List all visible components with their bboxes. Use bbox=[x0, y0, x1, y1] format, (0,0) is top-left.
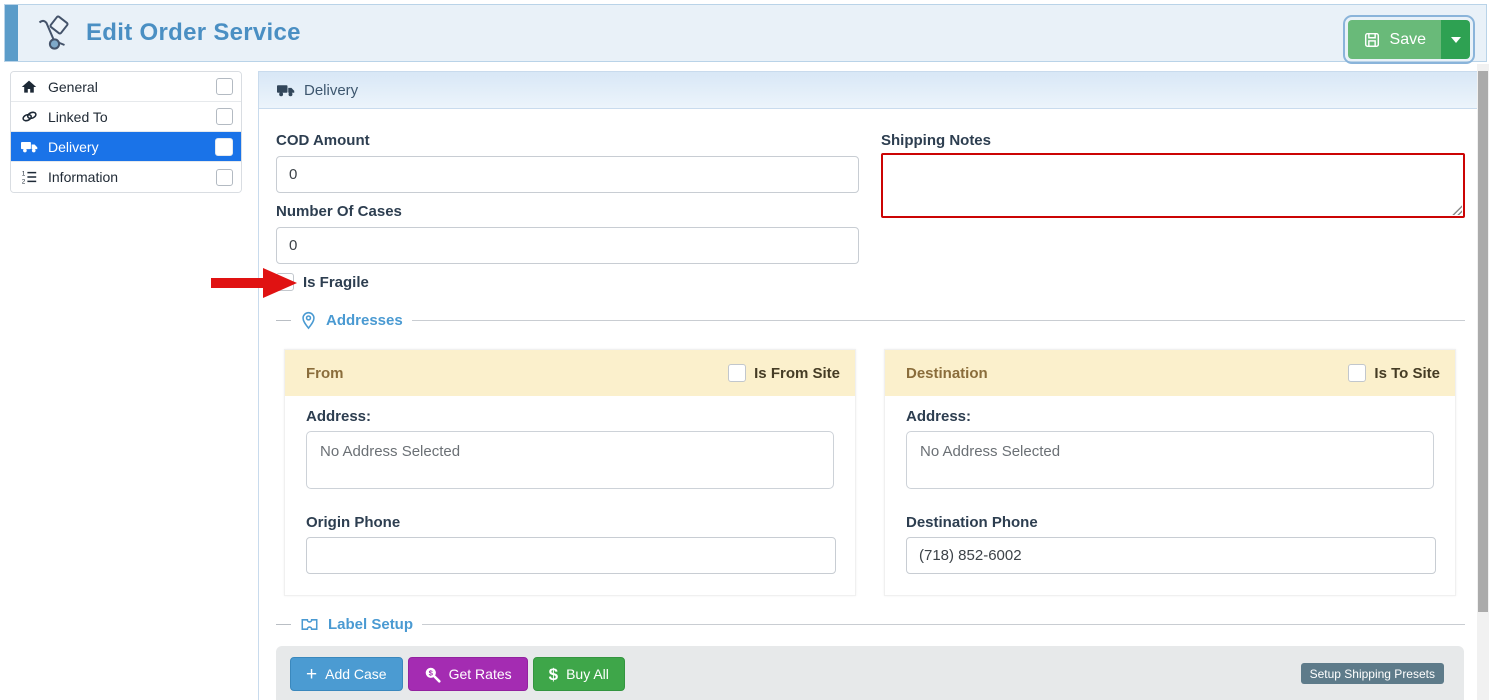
svg-text:2: 2 bbox=[22, 178, 26, 185]
floppy-save-icon bbox=[1363, 31, 1381, 49]
get-rates-button[interactable]: $ Get Rates bbox=[407, 657, 528, 691]
dollar-icon: $ bbox=[548, 664, 559, 684]
is-to-site-checkbox[interactable] bbox=[1348, 364, 1367, 382]
label-setup-toolbar: + Add Case $ Get Rates $ Buy All Setup S… bbox=[276, 646, 1464, 700]
map-pin-icon bbox=[300, 311, 317, 330]
is-to-site-label: Is To Site bbox=[1374, 364, 1440, 382]
buy-all-button-label: Buy All bbox=[566, 666, 609, 682]
from-address-label: Address: bbox=[306, 408, 372, 425]
save-button-label: Save bbox=[1389, 30, 1426, 48]
destination-address-selector[interactable]: No Address Selected bbox=[906, 431, 1434, 489]
save-button[interactable]: Save bbox=[1347, 20, 1441, 59]
vertical-scrollbar-thumb[interactable] bbox=[1478, 71, 1488, 612]
sidebar-item-delivery[interactable]: Delivery bbox=[11, 132, 241, 162]
destination-address-card: Destination Is To Site Address: No Addre… bbox=[884, 349, 1456, 596]
from-address-selector[interactable]: No Address Selected bbox=[306, 431, 834, 489]
get-rates-button-label: Get Rates bbox=[448, 666, 512, 682]
is-from-site-label: Is From Site bbox=[754, 364, 840, 382]
home-icon bbox=[21, 79, 43, 95]
divider-line bbox=[422, 623, 1465, 625]
sidebar-checkbox-general[interactable] bbox=[216, 78, 233, 95]
truck-icon bbox=[21, 140, 43, 154]
delivery-panel: Delivery COD Amount Number Of Cases Is F… bbox=[258, 71, 1489, 700]
divider-line bbox=[276, 623, 291, 625]
sidebar-item-general[interactable]: General bbox=[11, 72, 241, 102]
addresses-section-title: Addresses bbox=[326, 311, 403, 329]
svg-text:1: 1 bbox=[22, 170, 26, 177]
sidebar-checkbox-linked-to[interactable] bbox=[216, 108, 233, 125]
is-fragile-label: Is Fragile bbox=[303, 273, 369, 291]
destination-phone-label: Destination Phone bbox=[906, 514, 1038, 531]
sidebar-checkbox-delivery[interactable] bbox=[215, 137, 233, 156]
ticket-icon bbox=[300, 616, 319, 633]
ordered-list-icon: 1 2 bbox=[21, 169, 43, 185]
edit-order-service-page: Edit Order Service Save General Linked T… bbox=[0, 0, 1493, 700]
number-of-cases-label: Number Of Cases bbox=[276, 203, 402, 220]
sidebar-item-label: Delivery bbox=[48, 138, 99, 155]
number-of-cases-input[interactable] bbox=[276, 227, 859, 264]
truck-icon bbox=[277, 83, 295, 98]
destination-card-header: Destination Is To Site bbox=[885, 350, 1455, 396]
origin-phone-input[interactable] bbox=[306, 537, 836, 574]
save-dropdown-button[interactable] bbox=[1441, 20, 1470, 59]
red-arrow-annotation bbox=[211, 268, 297, 303]
panel-title: Delivery bbox=[304, 81, 359, 99]
sidebar-item-information[interactable]: 1 2 Information bbox=[11, 162, 241, 192]
destination-card-title: Destination bbox=[906, 364, 988, 382]
shipping-notes-textarea[interactable] bbox=[881, 153, 1465, 218]
svg-text:$: $ bbox=[428, 668, 433, 677]
from-card-title: From bbox=[306, 364, 344, 382]
cod-amount-label: COD Amount bbox=[276, 132, 370, 149]
page-title: Edit Order Service bbox=[86, 19, 301, 46]
plus-icon: + bbox=[306, 663, 318, 685]
is-from-site-checkbox[interactable] bbox=[728, 364, 747, 382]
addresses-section-divider: Addresses bbox=[276, 309, 1465, 331]
from-card-header: From Is From Site bbox=[285, 350, 855, 396]
label-setup-section-divider: Label Setup bbox=[276, 613, 1465, 635]
sidebar-item-label: Linked To bbox=[48, 108, 108, 125]
link-icon bbox=[21, 109, 43, 124]
cod-amount-input[interactable] bbox=[276, 156, 859, 193]
shipping-notes-label: Shipping Notes bbox=[881, 132, 991, 149]
delivery-panel-header: Delivery bbox=[259, 72, 1488, 109]
add-case-button-label: Add Case bbox=[325, 666, 387, 682]
buy-all-button[interactable]: $ Buy All bbox=[532, 657, 625, 691]
from-address-card: From Is From Site Address: No Address Se… bbox=[284, 349, 856, 596]
setup-shipping-presets-button[interactable]: Setup Shipping Presets bbox=[1300, 663, 1444, 684]
header-accent-bar bbox=[5, 5, 18, 61]
divider-line bbox=[411, 319, 1465, 321]
origin-phone-label: Origin Phone bbox=[306, 514, 401, 531]
search-dollar-icon: $ bbox=[424, 666, 441, 683]
chevron-down-icon bbox=[1450, 36, 1461, 43]
destination-phone-input[interactable] bbox=[906, 537, 1436, 574]
divider-line bbox=[276, 319, 291, 321]
label-setup-section-title: Label Setup bbox=[328, 615, 414, 633]
hand-truck-icon bbox=[35, 14, 73, 52]
sidebar-item-label: Information bbox=[48, 169, 119, 185]
save-split-button: Save bbox=[1342, 15, 1476, 64]
destination-address-label: Address: bbox=[906, 408, 972, 425]
sidebar-checkbox-information[interactable] bbox=[216, 168, 233, 186]
section-nav-sidebar: General Linked To Delivery 1 2 Informati… bbox=[10, 71, 242, 193]
sidebar-item-linked-to[interactable]: Linked To bbox=[11, 102, 241, 132]
page-header: Edit Order Service Save bbox=[4, 4, 1487, 64]
add-case-button[interactable]: + Add Case bbox=[290, 657, 403, 691]
sidebar-item-label: General bbox=[48, 78, 98, 95]
